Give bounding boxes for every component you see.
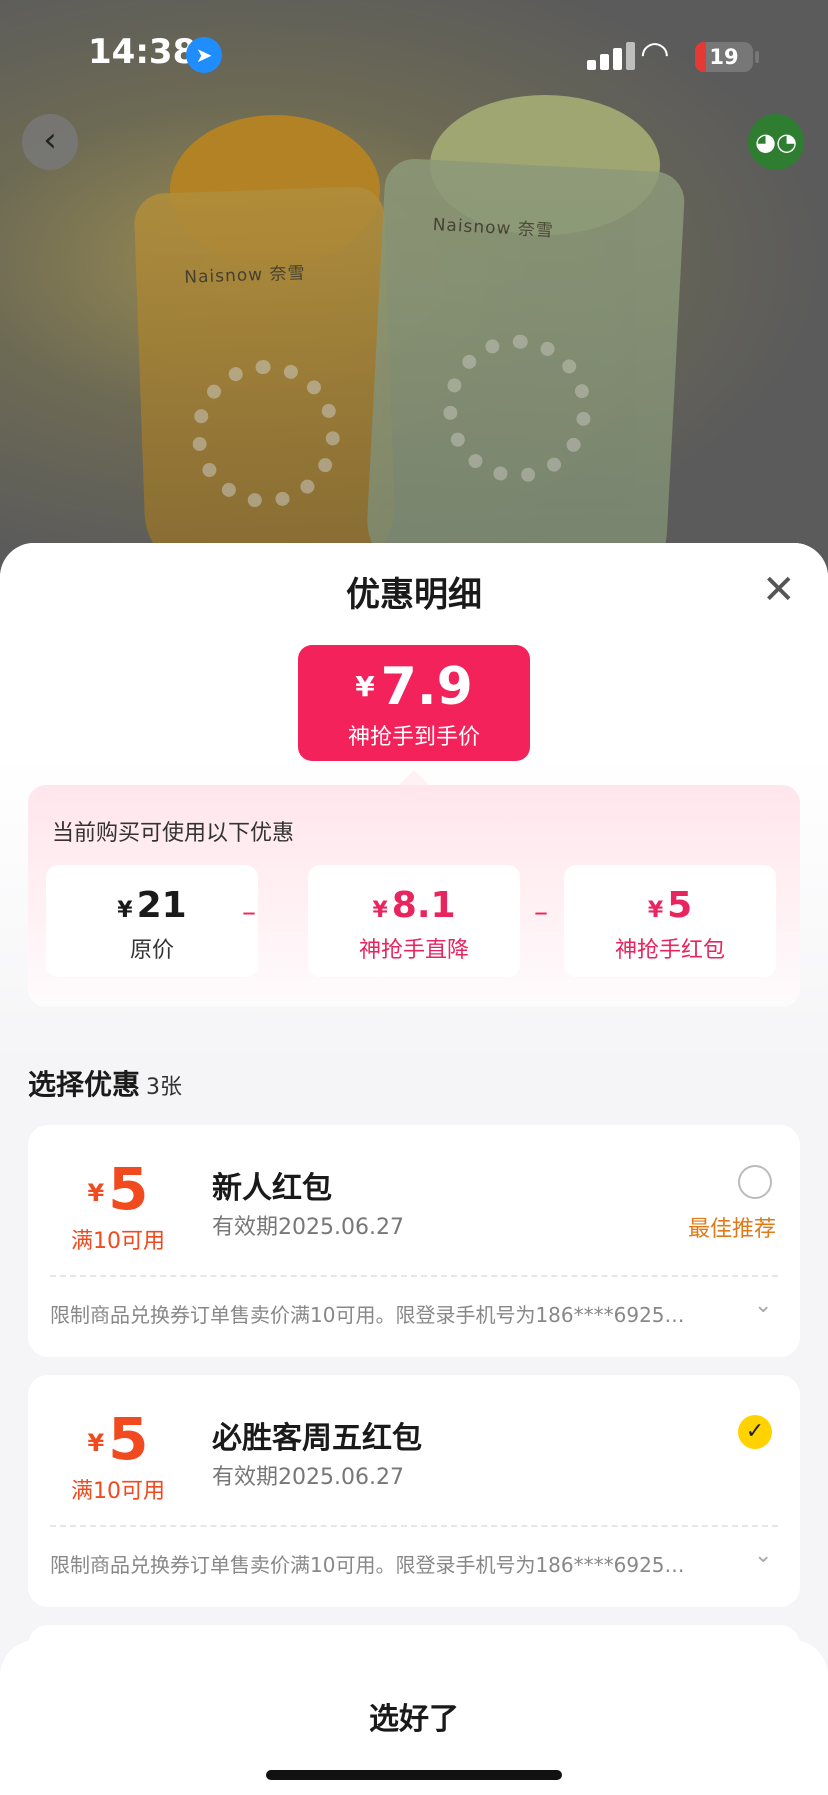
final-price-value: 7.9 xyxy=(380,657,473,717)
coupon-section-title: 选择优惠 3张 xyxy=(28,1063,182,1103)
currency-symbol: ¥ xyxy=(87,1178,105,1207)
close-icon: ✕ xyxy=(762,567,796,613)
lemon-drink-cup: Naisnow 奈雪 xyxy=(364,157,686,593)
original-price-label: 原价 xyxy=(129,938,174,963)
home-indicator xyxy=(266,1770,562,1780)
wechat-share-button[interactable]: ◕◔ xyxy=(748,114,804,170)
coupon-expiry: 有效期2025.06.27 xyxy=(212,1215,404,1240)
currency-symbol: ¥ xyxy=(647,898,664,923)
coupon-terms: 限制商品兑换券订单售卖价满10可用。限登录手机号为186****6925… xyxy=(50,1553,685,1577)
snowflake-logo xyxy=(439,330,596,487)
back-button[interactable]: ‹ xyxy=(22,114,78,170)
direct-discount-label: 神抢手直降 xyxy=(358,938,469,963)
cup-brand: Naisnow 奈雪 xyxy=(432,214,555,242)
coupon-amount: 5 xyxy=(108,1155,149,1223)
chevron-left-icon: ‹ xyxy=(43,120,57,160)
location-arrow-icon: ➤ xyxy=(186,37,222,73)
cellular-signal-icon xyxy=(587,42,637,70)
battery-level: 19 xyxy=(709,45,739,69)
coupon-amount: 5 xyxy=(108,1405,149,1473)
discount-detail-sheet: 优惠明细 ✕ 当前购买可使用以下优惠 ¥21 原价 – ¥8.1 神抢手直降 –… xyxy=(0,543,828,1795)
orange-drink-cup: Naisnow 奈雪 xyxy=(133,185,397,575)
dashed-divider xyxy=(50,1275,778,1277)
status-time: 14:38 xyxy=(88,32,197,72)
red-packet-value: 5 xyxy=(667,885,693,926)
red-packet-label: 神抢手红包 xyxy=(614,938,725,963)
wechat-icon: ◕◔ xyxy=(755,128,797,156)
coupon-radio-unchecked[interactable] xyxy=(738,1165,772,1199)
section-title-text: 选择优惠 xyxy=(28,1068,141,1101)
chevron-down-icon[interactable]: ⌄ xyxy=(754,1293,772,1318)
red-packet-card: ¥5 神抢手红包 xyxy=(564,865,776,977)
coupon-card[interactable]: ¥5 满10可用 新人红包 有效期2025.06.27 最佳推荐 限制商品兑换券… xyxy=(28,1125,800,1357)
coupon-condition: 满10可用 xyxy=(71,1229,165,1254)
cup-brand: Naisnow 奈雪 xyxy=(184,263,306,288)
coupon-name: 必胜客周五红包 xyxy=(212,1421,422,1456)
sheet-title: 优惠明细 xyxy=(346,575,482,615)
dashed-divider xyxy=(50,1525,778,1527)
coupon-count: 3张 xyxy=(146,1075,183,1100)
snowflake-logo xyxy=(189,357,343,511)
direct-discount-card: ¥8.1 神抢手直降 xyxy=(308,865,520,977)
direct-discount-value: 8.1 xyxy=(391,885,456,926)
chevron-down-icon[interactable]: ⌄ xyxy=(754,1543,772,1568)
coupon-card[interactable]: ¥5 满10可用 必胜客周五红包 有效期2025.06.27 ✓ 限制商品兑换券… xyxy=(28,1375,800,1607)
confirm-button[interactable]: 选好了 xyxy=(0,1694,828,1738)
coupon-terms: 限制商品兑换券订单售卖价满10可用。限登录手机号为186****6925… xyxy=(50,1303,685,1327)
original-price-card: ¥21 原价 xyxy=(46,865,258,977)
checkmark-selected-icon[interactable]: ✓ xyxy=(738,1415,772,1449)
minus-operator: – xyxy=(534,895,548,928)
wifi-icon: ◠ xyxy=(640,34,670,74)
breakdown-header: 当前购买可使用以下优惠 xyxy=(52,821,295,846)
coupon-name: 新人红包 xyxy=(212,1171,332,1206)
currency-symbol: ¥ xyxy=(355,670,375,703)
price-breakdown-panel: 当前购买可使用以下优惠 ¥21 原价 – ¥8.1 神抢手直降 – ¥5 神抢手… xyxy=(28,785,800,1007)
final-price-badge: ¥7.9 神抢手到手价 xyxy=(298,645,530,761)
coupon-condition: 满10可用 xyxy=(71,1479,165,1504)
status-bar: 14:38 ➤ ◠ 19 xyxy=(0,0,828,110)
final-price-label: 神抢手到手价 xyxy=(347,725,480,750)
best-recommend-badge: 最佳推荐 xyxy=(687,1217,776,1242)
original-price-value: 21 xyxy=(136,885,187,926)
minus-operator: – xyxy=(242,895,256,928)
currency-symbol: ¥ xyxy=(117,898,133,923)
battery-tip xyxy=(755,51,759,63)
close-button[interactable]: ✕ xyxy=(762,567,796,613)
currency-symbol: ¥ xyxy=(372,898,388,923)
coupon-expiry: 有效期2025.06.27 xyxy=(212,1465,404,1490)
currency-symbol: ¥ xyxy=(87,1428,105,1457)
battery-icon: 19 xyxy=(695,42,753,72)
